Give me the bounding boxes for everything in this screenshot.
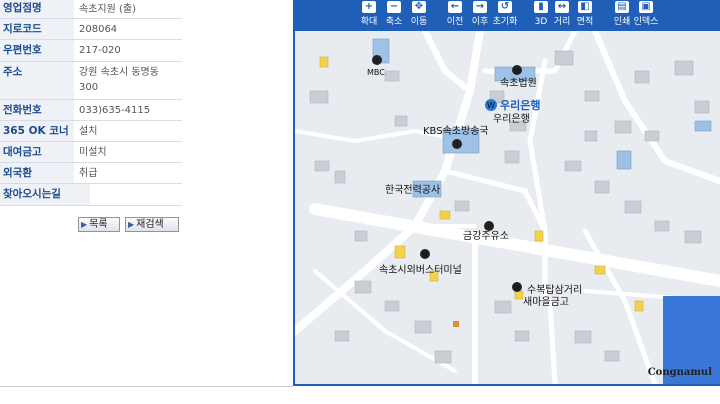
info-label: 주소 [0,62,74,99]
toolbar-zoom-in-button[interactable]: + 확대 [355,0,383,31]
info-row-phone: 전화번호 033)635-4115 [0,100,182,121]
list-button[interactable]: ▶ 목록 [78,217,120,232]
toolbar-label: 면적 [576,17,594,27]
map-panel[interactable]: + 확대 − 축소 ✥ 이동 ← 이전 → 이후 ↺ 초기화 ▮ 3D ↔ 거리 ◧ 면적 ▤ 인쇄 ▣ 인덱스 [293,0,720,386]
svg-text:i: i [456,141,458,149]
toolbar-label: 축소 [385,17,403,27]
svg-text:W: W [514,284,521,292]
label-gas-station: 금강주유소 [463,230,509,242]
info-label: 외국환 [0,163,74,183]
toolbar-back-button[interactable]: ← 이전 [441,0,469,31]
play-arrow-icon: ▶ [128,220,135,229]
back-icon: ← [448,1,462,13]
map-toolbar: + 확대 − 축소 ✥ 이동 ← 이전 → 이후 ↺ 초기화 ▮ 3D ↔ 거리 ◧ 면적 ▤ 인쇄 ▣ 인덱스 [295,0,720,31]
svg-text:⚖: ⚖ [514,67,520,75]
info-value: 미설치 [79,147,107,158]
info-row-postcode: 우편번호 217-020 [0,40,182,62]
toolbar-label: 이전 [446,17,464,27]
toolbar-index-button[interactable]: ▣ 인덱스 [632,0,660,31]
label-mbc: MBC [367,68,385,77]
info-row-giro-code: 지로코드 208064 [0,19,182,40]
toolbar-label: 인덱스 [633,17,659,27]
info-label: 365 OK 코너 [0,121,74,141]
toolbar-move-button[interactable]: ✥ 이동 [405,0,433,31]
distance-icon: ↔ [555,1,569,13]
map-canvas[interactable]: i ⚖ W i i B W MBC 속초법원 우리은행 우리은행 KBS속초방송… [295,31,720,384]
divider [0,386,293,387]
reset-icon: ↺ [498,1,512,13]
label-bus-terminal: 속초시외버스터미널 [379,264,462,276]
info-value: 취급 [79,168,98,179]
toolbar-reset-button[interactable]: ↺ 초기화 [491,0,519,31]
move-icon: ✥ [412,1,426,13]
svg-text:B: B [423,251,428,259]
info-value: 033)635-4115 [79,105,151,116]
toolbar-zoom-out-button[interactable]: − 축소 [380,0,408,31]
svg-text:W: W [487,101,495,110]
info-label: 영업점명 [0,0,74,18]
zoom-out-icon: − [387,1,401,13]
info-value: 217-020 [79,45,121,56]
toolbar-forward-button[interactable]: → 이후 [466,0,494,31]
info-label: 우편번호 [0,40,74,61]
print-icon: ▤ [615,1,629,13]
area-icon: ◧ [578,1,592,13]
svg-text:i: i [488,223,490,231]
label-kepco: 한국전력공사 [385,184,440,196]
info-value: 속초지원 (출) [79,4,136,15]
info-label: 전화번호 [0,100,74,120]
label-bank-brand: 우리은행 [500,98,540,112]
toolbar-label: 이동 [410,17,428,27]
toolbar-area-button[interactable]: ◧ 면적 [571,0,599,31]
toolbar-label: 이후 [471,17,489,27]
map-provider-logo: Congnamul [647,367,712,378]
info-value-line2: 300 [79,82,99,93]
play-arrow-icon: ▶ [81,220,88,229]
info-row-branch-name: 영업점명 속초지원 (출) [0,0,182,19]
label-kbs: KBS속초방송국 [423,125,489,137]
label-court: 속초법원 [500,77,537,89]
info-label: 대여금고 [0,142,74,162]
info-row-safe-deposit: 대여금고 미설치 [0,142,182,163]
info-value: 208064 [79,24,118,35]
index-icon: ▣ [639,1,653,13]
forward-icon: → [473,1,487,13]
info-row-365-corner: 365 OK 코너 설치 [0,121,182,142]
3d-icon: ▮ [534,1,548,13]
svg-text:i: i [376,57,378,65]
label-saemaeul: 새마을금고 [523,296,569,308]
info-label: 지로코드 [0,19,74,39]
label-tower-junction: 수복탑삼거리 [527,284,582,296]
zoom-in-icon: + [362,1,376,13]
orange-building [453,321,459,327]
info-value: 강원 속초시 동명동 [79,67,159,78]
info-row-foreign-exchange: 외국환 취급 [0,163,182,184]
label-bank: 우리은행 [493,113,530,125]
toolbar-label: 확대 [360,17,378,27]
info-row-address: 주소 강원 속초시 동명동 300 [0,62,182,100]
research-button[interactable]: ▶ 재검색 [125,217,179,232]
info-label: 찾아오시는길 [0,184,90,205]
info-value: 설치 [79,126,98,137]
toolbar-label: 초기화 [492,17,518,27]
info-row-directions: 찾아오시는길 [0,184,182,206]
